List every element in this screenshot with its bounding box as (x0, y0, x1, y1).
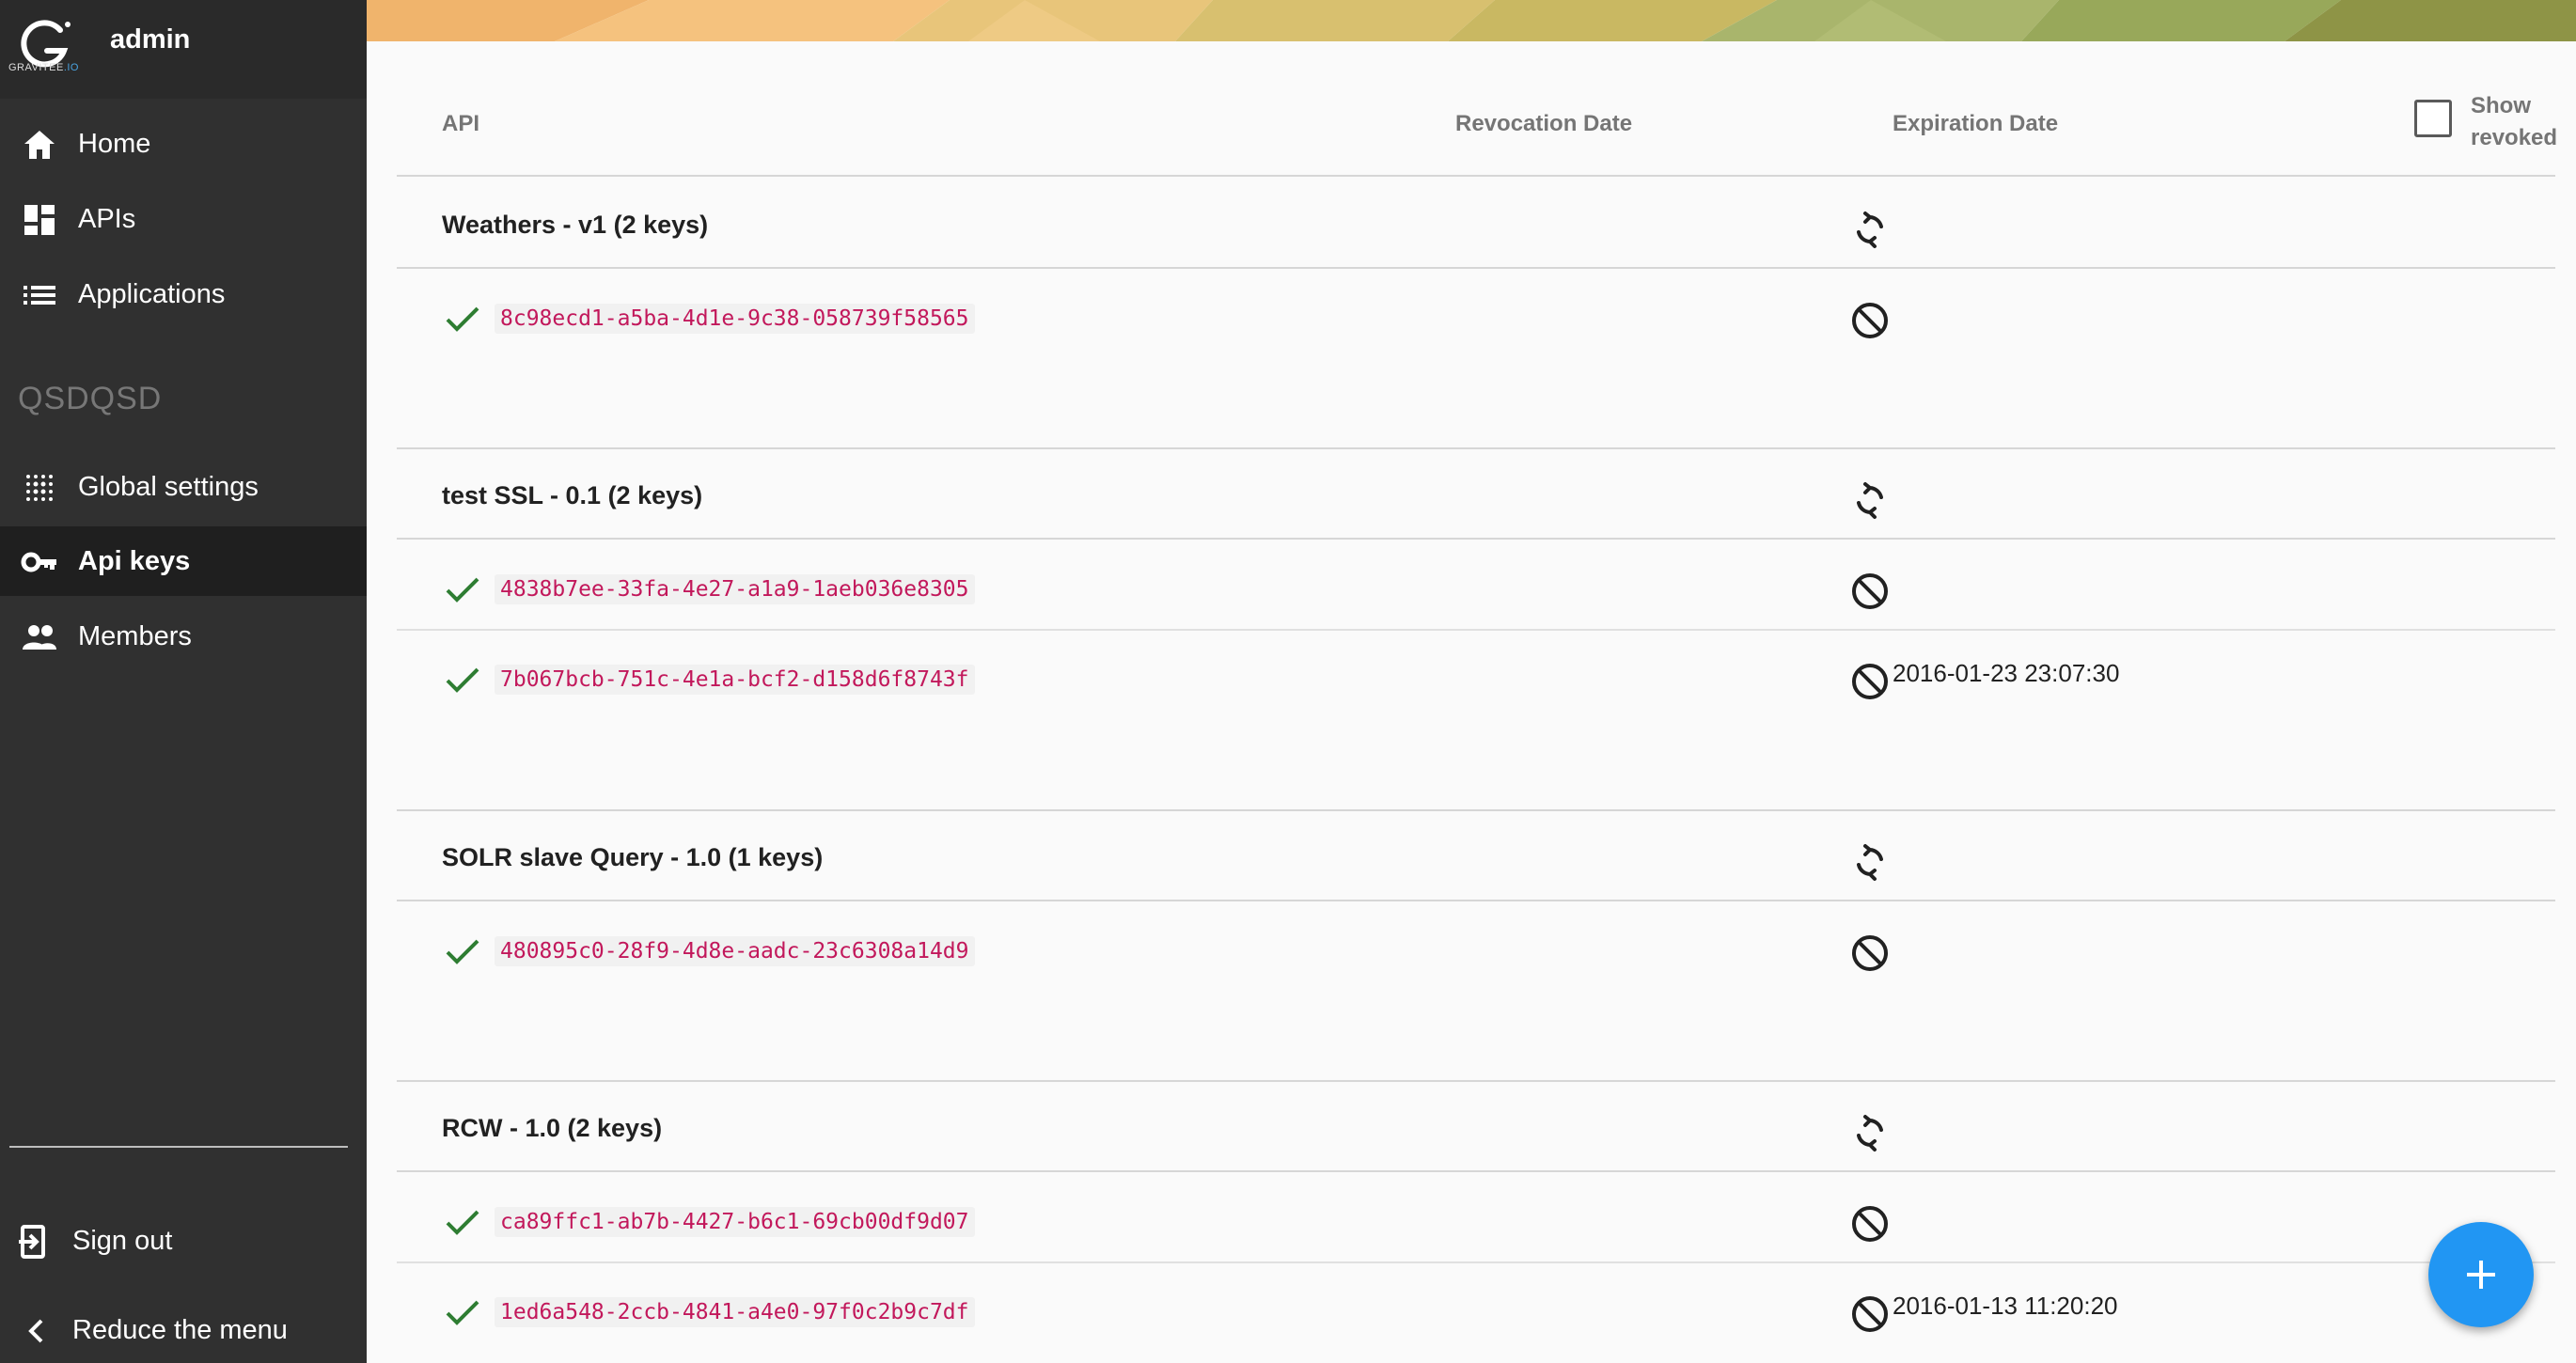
key-icon (21, 552, 56, 572)
api-key-row: ca89ffc1-ab7b-4427-b6c1-69cb00df9d07 (397, 1173, 2555, 1263)
expiration-date: 2016-01-23 23:07:30 (1893, 659, 2120, 687)
api-key-row: 7b067bcb-751c-4e1a-bcf2-d158d6f8743f 201… (397, 631, 2555, 721)
sign-out-icon (19, 1225, 45, 1259)
renew-icon[interactable] (1849, 209, 1891, 250)
sidebar-item-label: Global settings (78, 471, 259, 502)
sidebar-item-label: Members (78, 620, 192, 651)
api-key-row: 8c98ecd1-a5ba-4d1e-9c38-058739f58565 (397, 270, 2555, 360)
api-key-value: 8c98ecd1-a5ba-4d1e-9c38-058739f58565 (495, 304, 975, 334)
list-icon (24, 286, 55, 305)
sidebar-item-label: Api keys (78, 545, 191, 576)
api-group-name: SOLR slave Query - 1.0 (1 keys) (442, 843, 824, 871)
revoke-icon[interactable] (1849, 932, 1891, 974)
show-revoked-label: Show revoked (2471, 93, 2558, 150)
header-banner (367, 0, 2576, 41)
reduce-menu-button[interactable]: Reduce the menu (0, 1295, 367, 1363)
plus-icon (2467, 1261, 2495, 1289)
column-header-api: API (442, 111, 480, 136)
column-header-revocation-date: Revocation Date (1455, 111, 1633, 136)
check-icon (446, 306, 479, 332)
sidebar-item-applications[interactable]: Applications (0, 259, 367, 329)
check-icon (446, 1300, 479, 1325)
sign-out-label: Sign out (72, 1225, 173, 1256)
api-group-name: test SSL - 0.1 (2 keys) (442, 481, 703, 509)
sidebar-item-global-settings[interactable]: Global settings (0, 452, 367, 522)
revoke-icon[interactable] (1849, 300, 1891, 341)
sidebar-item-label: Home (78, 128, 151, 159)
api-group-name: Weathers - v1 (2 keys) (442, 211, 709, 239)
logo-text: GRAVITEE.IO (8, 62, 79, 73)
sign-out-button[interactable]: Sign out (0, 1206, 367, 1276)
revoke-icon[interactable] (1849, 571, 1891, 612)
group-icon (23, 625, 56, 650)
renew-icon[interactable] (1849, 1112, 1891, 1153)
check-icon (446, 1210, 479, 1235)
check-icon (446, 577, 479, 603)
api-key-row: 480895c0-28f9-4d8e-aadc-23c6308a14d9 (397, 902, 2555, 993)
section-title: QSDQSD (18, 381, 163, 416)
api-keys-table: API Revocation Date Expiration Date Show… (397, 41, 2557, 1363)
revoke-icon[interactable] (1849, 1203, 1891, 1245)
renew-icon[interactable] (1849, 841, 1891, 883)
reduce-menu-label: Reduce the menu (72, 1314, 288, 1345)
api-key-value: 4838b7ee-33fa-4e27-a1a9-1aeb036e8305 (495, 574, 975, 604)
dashboard-icon (24, 205, 55, 235)
sidebar-item-home[interactable]: Home (0, 109, 367, 179)
home-icon (24, 131, 55, 159)
add-api-key-button[interactable] (2428, 1222, 2534, 1327)
chevron-left-icon (28, 1319, 43, 1343)
renew-icon[interactable] (1849, 479, 1891, 521)
table-header: API Revocation Date Expiration Date Show… (397, 41, 2557, 177)
dots-grid-icon (26, 475, 53, 501)
api-group-row: SOLR slave Query - 1.0 (1 keys) (397, 811, 2555, 901)
sidebar: GRAVITEE.IO admin Home APIs Applications… (0, 0, 367, 1363)
api-key-value: ca89ffc1-ab7b-4427-b6c1-69cb00df9d07 (495, 1207, 975, 1237)
sidebar-item-label: Applications (78, 278, 226, 309)
api-key-value: 1ed6a548-2ccb-4841-a4e0-97f0c2b9c7df (495, 1297, 975, 1327)
api-group-name: RCW - 1.0 (2 keys) (442, 1114, 663, 1142)
api-key-row: 1ed6a548-2ccb-4841-a4e0-97f0c2b9c7df 201… (397, 1263, 2555, 1354)
revoke-icon[interactable] (1849, 661, 1891, 702)
api-group-row: Weathers - v1 (2 keys) (397, 179, 2555, 269)
username: admin (110, 24, 191, 55)
sidebar-divider (9, 1146, 348, 1148)
api-group-row: RCW - 1.0 (2 keys) (397, 1082, 2555, 1172)
api-key-row: 4838b7ee-33fa-4e27-a1a9-1aeb036e8305 (397, 540, 2555, 631)
sidebar-item-members[interactable]: Members (0, 602, 367, 671)
api-group-row: test SSL - 0.1 (2 keys) (397, 449, 2555, 540)
api-key-value: 7b067bcb-751c-4e1a-bcf2-d158d6f8743f (495, 665, 975, 695)
check-icon (446, 667, 479, 693)
expiration-date: 2016-01-13 11:20:20 (1893, 1292, 2118, 1320)
sidebar-item-label: APIs (78, 203, 136, 234)
api-key-value: 480895c0-28f9-4d8e-aadc-23c6308a14d9 (495, 936, 975, 966)
brand-header: GRAVITEE.IO admin (0, 0, 367, 99)
show-revoked-checkbox[interactable] (2414, 100, 2452, 137)
sidebar-item-api-keys[interactable]: Api keys (0, 526, 367, 596)
column-header-expiration-date: Expiration Date (1893, 111, 2059, 136)
check-icon (446, 939, 479, 964)
sidebar-item-apis[interactable]: APIs (0, 184, 367, 254)
revoke-icon[interactable] (1849, 1293, 1891, 1335)
